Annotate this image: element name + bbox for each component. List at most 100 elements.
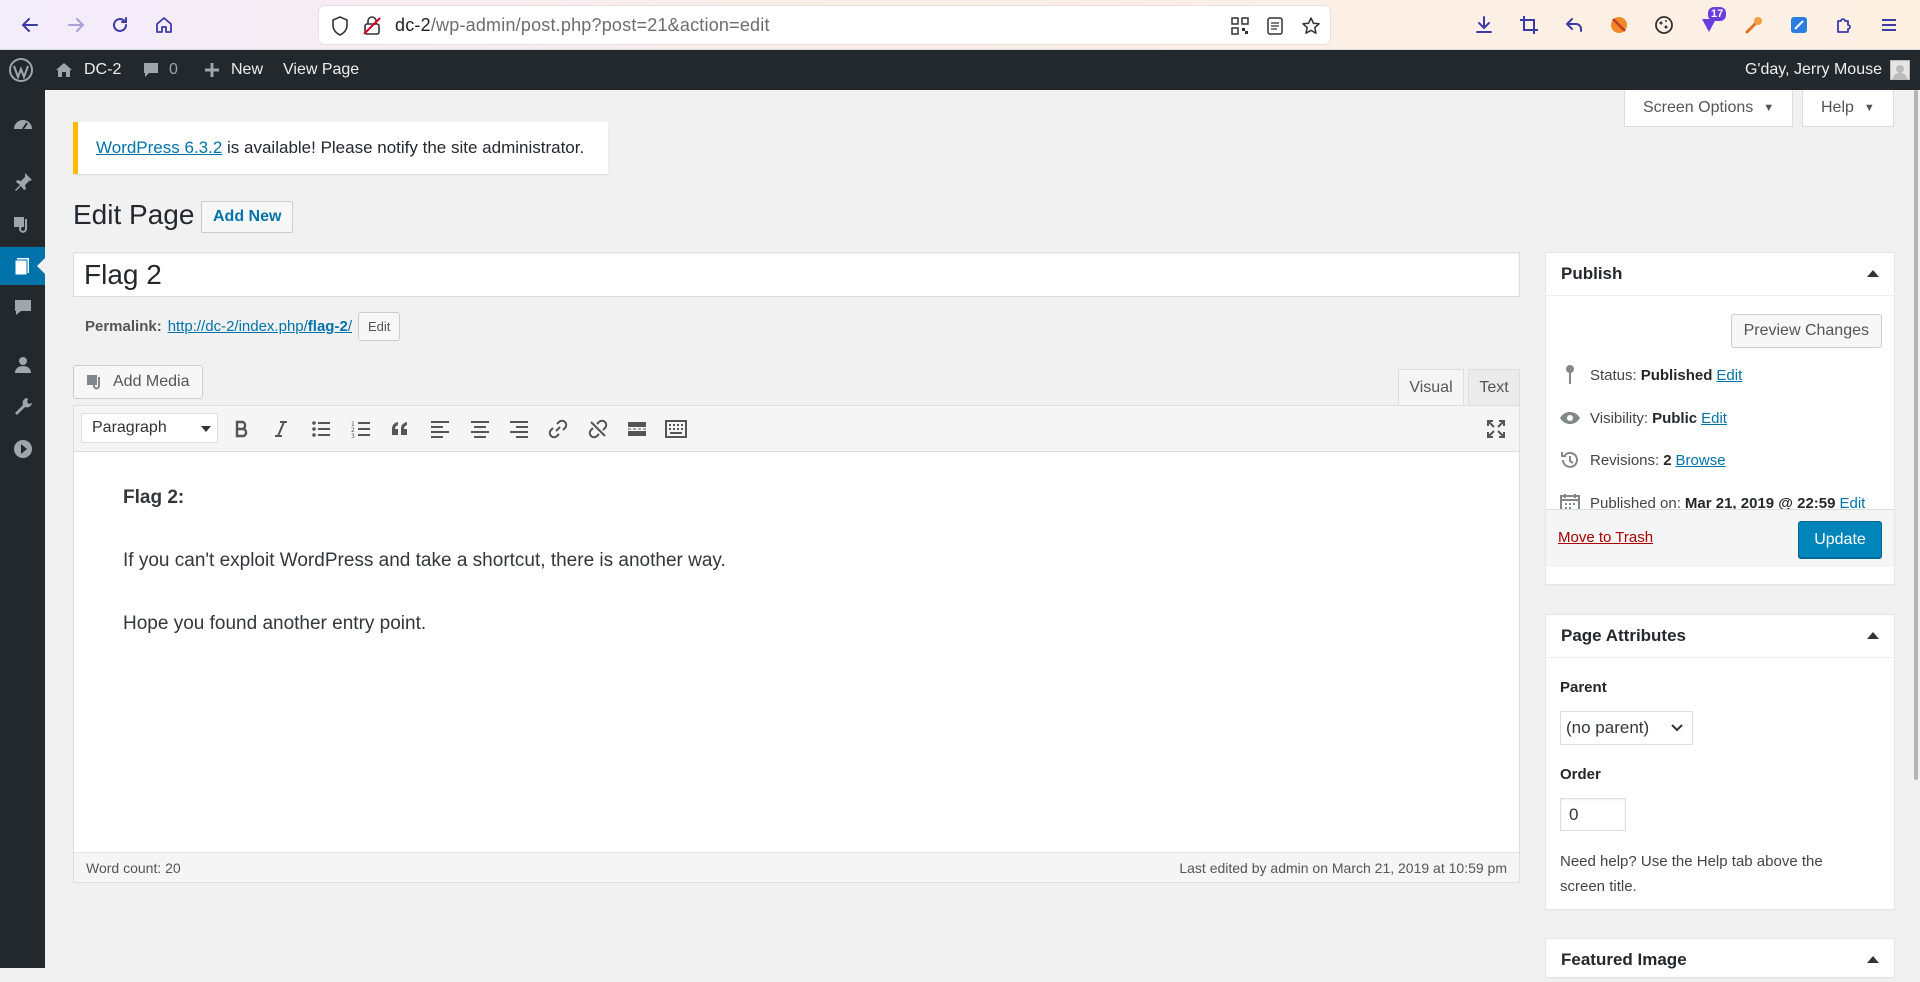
my-account-link[interactable]: G'day, Jerry Mouse bbox=[1745, 50, 1910, 90]
admin-side-menu bbox=[0, 90, 45, 968]
align-center-button[interactable] bbox=[465, 414, 495, 444]
home-button[interactable] bbox=[150, 11, 178, 39]
align-right-button[interactable] bbox=[504, 414, 534, 444]
page-scrollbar[interactable] bbox=[1912, 90, 1920, 780]
parent-select[interactable]: (no parent) bbox=[1560, 711, 1693, 745]
media-icon[interactable] bbox=[0, 205, 45, 243]
screenshot-crop-icon[interactable] bbox=[1517, 13, 1541, 37]
blockquote-button[interactable] bbox=[385, 414, 415, 444]
page-attributes-header[interactable]: Page Attributes bbox=[1546, 615, 1894, 658]
forward-button[interactable] bbox=[62, 11, 90, 39]
scrollbar-thumb[interactable] bbox=[1914, 90, 1918, 780]
permalink-link[interactable]: http://dc-2/index.php/flag-2/ bbox=[168, 318, 352, 335]
menu-hamburger-icon[interactable] bbox=[1877, 13, 1901, 37]
back-button[interactable] bbox=[16, 11, 44, 39]
block-extension-icon[interactable] bbox=[1607, 13, 1631, 37]
wp-logo-icon[interactable] bbox=[8, 50, 34, 90]
reader-view-icon[interactable] bbox=[1264, 15, 1286, 37]
comments-icon[interactable] bbox=[0, 289, 45, 327]
chevron-down-icon bbox=[1670, 720, 1684, 734]
site-name[interactable]: DC-2 bbox=[84, 61, 121, 79]
order-input[interactable]: 0 bbox=[1560, 798, 1626, 831]
undo-extension-icon[interactable] bbox=[1562, 13, 1586, 37]
editor-toolbar: Paragraph 123 bbox=[74, 406, 1519, 452]
editor-content[interactable]: Flag 2: If you can't exploit WordPress a… bbox=[74, 452, 1519, 852]
numbered-list-button[interactable]: 123 bbox=[346, 414, 376, 444]
remove-link-button[interactable] bbox=[583, 414, 613, 444]
bold-icon bbox=[235, 420, 248, 438]
last-edited: Last edited by admin on March 21, 2019 a… bbox=[1179, 860, 1507, 876]
align-left-button[interactable] bbox=[425, 414, 455, 444]
downloads-icon[interactable] bbox=[1472, 13, 1496, 37]
qr-code-icon[interactable] bbox=[1229, 15, 1251, 37]
move-to-trash-link[interactable]: Move to Trash bbox=[1558, 529, 1653, 546]
wp-admin-bar: DC-2 0 New View Page G'day, Jerry Mouse bbox=[0, 50, 1920, 90]
comment-bubble-icon bbox=[144, 63, 158, 77]
status-edit-link[interactable]: Edit bbox=[1716, 367, 1742, 384]
cookie-icon[interactable] bbox=[1652, 13, 1676, 37]
tab-text[interactable]: Text bbox=[1468, 369, 1520, 405]
extensions-puzzle-icon[interactable] bbox=[1832, 13, 1856, 37]
dashboard-icon[interactable] bbox=[0, 106, 45, 144]
collapse-menu-icon[interactable] bbox=[0, 430, 45, 468]
view-page-label[interactable]: View Page bbox=[283, 61, 359, 79]
new-content-link[interactable]: New bbox=[203, 50, 263, 90]
shield-icon[interactable] bbox=[329, 15, 351, 37]
home-icon bbox=[156, 17, 172, 33]
format-select[interactable]: Paragraph bbox=[81, 413, 218, 443]
eye-icon bbox=[1558, 411, 1582, 425]
insert-link-button[interactable] bbox=[543, 414, 573, 444]
dropdown-arrow-icon: ▼ bbox=[1763, 102, 1775, 114]
update-button[interactable]: Update bbox=[1798, 521, 1882, 558]
fullscreen-button[interactable] bbox=[1481, 414, 1511, 444]
view-page-link[interactable]: View Page bbox=[283, 50, 359, 90]
help-button[interactable]: Help ▼ bbox=[1802, 90, 1894, 127]
publish-box: Publish Preview Changes Status: Published… bbox=[1545, 252, 1895, 585]
users-icon[interactable] bbox=[0, 346, 45, 384]
publish-box-header[interactable]: Publish bbox=[1546, 253, 1894, 296]
url-bar[interactable]: dc-2/wp-admin/post.php?post=21&action=ed… bbox=[319, 6, 1330, 44]
site-name-link[interactable]: DC-2 bbox=[54, 50, 121, 90]
posts-pin-icon[interactable] bbox=[0, 163, 45, 201]
collapse-arrow-icon[interactable] bbox=[1867, 956, 1879, 963]
collapse-arrow-icon[interactable] bbox=[1867, 632, 1879, 639]
avatar[interactable] bbox=[1890, 60, 1910, 80]
greeting[interactable]: G'day, Jerry Mouse bbox=[1745, 61, 1882, 79]
visibility-edit-link[interactable]: Edit bbox=[1701, 410, 1727, 427]
visibility-value: Public bbox=[1652, 409, 1698, 427]
collapse-arrow-icon[interactable] bbox=[1867, 270, 1879, 277]
add-media-button[interactable]: Add Media bbox=[73, 365, 203, 399]
bullet-list-button[interactable] bbox=[306, 414, 336, 444]
screen-options-button[interactable]: Screen Options ▼ bbox=[1624, 90, 1794, 127]
keyboard-icon bbox=[665, 420, 687, 438]
read-more-button[interactable] bbox=[622, 414, 652, 444]
new-label[interactable]: New bbox=[231, 61, 263, 79]
page-attributes-box: Page Attributes Parent (no parent) Order… bbox=[1545, 614, 1895, 910]
notice-message: is available! Please notify the site adm… bbox=[222, 138, 585, 157]
tools-wrench-icon[interactable] bbox=[0, 388, 45, 426]
preview-changes-button[interactable]: Preview Changes bbox=[1730, 314, 1882, 348]
bold-button[interactable] bbox=[227, 414, 257, 444]
browse-revisions-link[interactable]: Browse bbox=[1676, 452, 1726, 469]
editor-extension-icon[interactable] bbox=[1787, 13, 1811, 37]
featured-image-header[interactable]: Featured Image bbox=[1546, 939, 1894, 982]
featured-image-title: Featured Image bbox=[1561, 950, 1687, 969]
hackbar-icon[interactable] bbox=[1742, 13, 1766, 37]
add-new-button[interactable]: Add New bbox=[201, 201, 294, 233]
italic-button[interactable] bbox=[266, 414, 296, 444]
pages-icon[interactable] bbox=[0, 247, 45, 285]
content-editor: Paragraph 123 Flag 2: If you can't explo… bbox=[73, 405, 1520, 883]
back-arrow-icon bbox=[21, 18, 38, 32]
post-title-input[interactable]: Flag 2 bbox=[73, 252, 1520, 297]
wordpress-version-link[interactable]: WordPress 6.3.2 bbox=[96, 138, 222, 158]
url-text[interactable]: dc-2/wp-admin/post.php?post=21&action=ed… bbox=[395, 15, 770, 36]
tab-visual[interactable]: Visual bbox=[1398, 369, 1464, 405]
permalink-edit-button[interactable]: Edit bbox=[357, 312, 401, 341]
content-heading: Flag 2: bbox=[123, 487, 185, 508]
content-paragraph: Hope you found another entry point. bbox=[123, 613, 427, 634]
bookmark-star-icon[interactable] bbox=[1300, 15, 1322, 37]
insecure-lock-icon[interactable] bbox=[361, 15, 383, 37]
toolbar-toggle-button[interactable] bbox=[661, 414, 691, 444]
comments-link[interactable]: 0 bbox=[141, 50, 178, 90]
reload-button[interactable] bbox=[106, 11, 134, 39]
